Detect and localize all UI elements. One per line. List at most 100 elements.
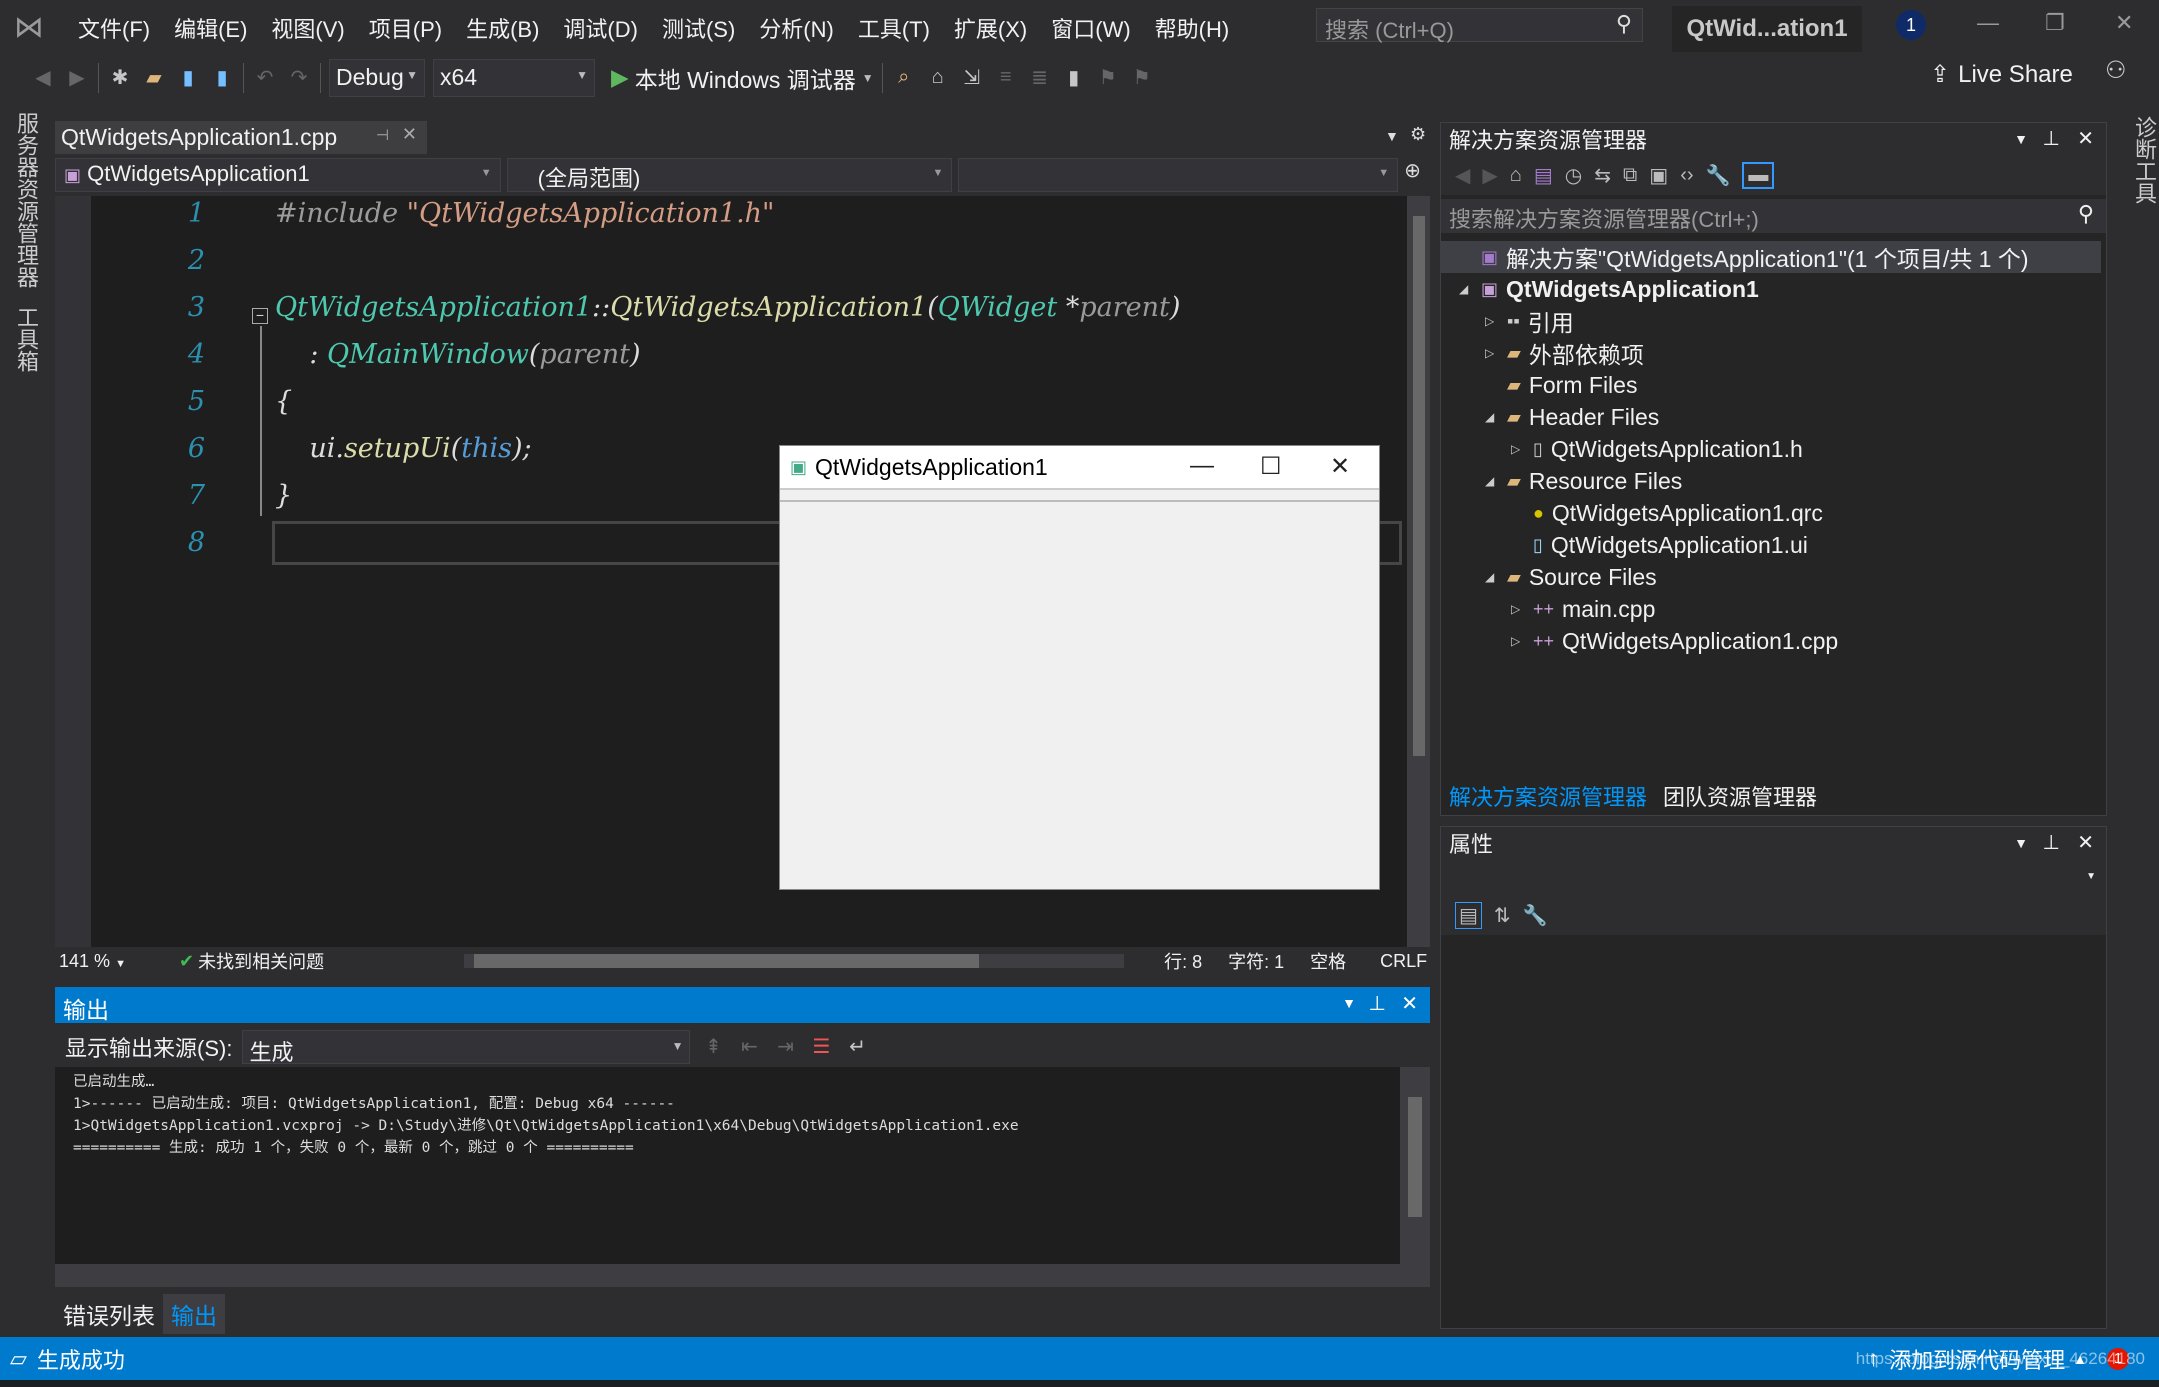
- properties-icon[interactable]: 🔧: [1706, 163, 1731, 188]
- tab-editor-file[interactable]: QtWidgetsApplication1.cpp ⊣ ✕: [55, 121, 427, 154]
- collapse-icon[interactable]: −: [252, 308, 268, 324]
- comment-icon[interactable]: ≣: [1027, 65, 1053, 90]
- tree-item[interactable]: ▣ 解决方案"QtWidgetsApplication1"(1 个项目/共 1 个…: [1441, 241, 2101, 273]
- scroll-thumb[interactable]: [1413, 216, 1425, 756]
- platform-dropdown[interactable]: x64 ▼: [433, 58, 595, 97]
- tree-item[interactable]: ◢ ▰ Source Files: [1485, 561, 1657, 593]
- new-project-icon[interactable]: ✱: [107, 65, 133, 90]
- tree-item[interactable]: ▯ QtWidgetsApplication1.ui: [1511, 529, 1808, 561]
- server-explorer-tab[interactable]: 服务器资源管理器: [10, 112, 42, 288]
- tab-solution-explorer[interactable]: 解决方案资源管理器: [1441, 777, 1656, 815]
- solution-search-input[interactable]: 搜索解决方案资源管理器(Ctrl+;) ⚲: [1441, 199, 2106, 233]
- browser-icon[interactable]: ⌂: [925, 66, 951, 89]
- collapse-icon[interactable]: ◢: [1459, 282, 1473, 296]
- property-pages-icon[interactable]: 🔧: [1523, 903, 1548, 928]
- menu-item[interactable]: 帮助(H): [1143, 12, 1242, 44]
- open-file-icon[interactable]: ▰: [141, 65, 167, 90]
- menu-item[interactable]: 视图(V): [259, 12, 356, 44]
- menu-item[interactable]: 测试(S): [650, 12, 747, 44]
- scroll-thumb[interactable]: [474, 954, 980, 968]
- scroll-thumb[interactable]: [1408, 1097, 1422, 1217]
- minimize-icon[interactable]: —: [1190, 452, 1214, 480]
- collapse-icon[interactable]: ◢: [1485, 570, 1499, 584]
- redo-icon[interactable]: ↷: [286, 65, 312, 90]
- code-view-icon[interactable]: ‹›: [1680, 164, 1693, 187]
- menu-item[interactable]: 工具(T): [846, 12, 942, 44]
- collapse-all-icon[interactable]: ⧉: [1623, 164, 1637, 187]
- indent-icon[interactable]: ≡: [993, 66, 1019, 89]
- close-tab-icon[interactable]: ✕: [402, 124, 417, 145]
- close-icon[interactable]: ✕: [1401, 991, 1418, 1016]
- tree-item[interactable]: ▰ Form Files: [1485, 369, 1637, 401]
- clear-all-icon[interactable]: ☰: [808, 1034, 834, 1059]
- categorized-icon[interactable]: ▤: [1455, 901, 1482, 929]
- tree-item[interactable]: ◢ ▰ Header Files: [1485, 401, 1659, 433]
- expand-icon[interactable]: ▷: [1511, 442, 1525, 456]
- start-debugging-button[interactable]: ▶ 本地 Windows 调试器 ▼: [611, 61, 874, 95]
- save-all-icon[interactable]: ▮: [209, 65, 235, 90]
- prev-message-icon[interactable]: ⇤: [736, 1034, 762, 1059]
- tree-item[interactable]: ▷ ▪▪ 引用: [1485, 305, 1574, 337]
- menu-item[interactable]: 分析(N): [747, 12, 846, 44]
- pin-icon[interactable]: ⊥: [2043, 830, 2060, 855]
- find-message-icon[interactable]: ⇞: [700, 1034, 726, 1059]
- diagnostics-tab[interactable]: 诊断工具: [2128, 116, 2159, 204]
- qt-application-window[interactable]: ▣ QtWidgetsApplication1 — ☐ ✕: [779, 445, 1380, 890]
- tree-item[interactable]: ▷ ++ QtWidgetsApplication1.cpp: [1511, 625, 1838, 657]
- pending-changes-icon[interactable]: ◷: [1565, 163, 1582, 188]
- output-vertical-scrollbar[interactable]: [1400, 1067, 1430, 1264]
- expand-icon[interactable]: ▷: [1511, 602, 1525, 616]
- save-icon[interactable]: ▮: [175, 65, 201, 90]
- expand-icon[interactable]: ▷: [1485, 346, 1499, 360]
- output-source-dropdown[interactable]: 生成 ▼: [242, 1029, 691, 1065]
- back-icon[interactable]: ◀: [1455, 163, 1470, 188]
- prev-bookmark-icon[interactable]: ⚑: [1095, 65, 1121, 90]
- search-input[interactable]: 搜索 (Ctrl+Q) ⚲: [1316, 8, 1643, 43]
- maximize-icon[interactable]: ☐: [1260, 452, 1282, 481]
- pin-icon[interactable]: ⊥: [2043, 126, 2060, 151]
- tree-item[interactable]: ▷ ▯ QtWidgetsApplication1.h: [1511, 433, 1803, 465]
- tree-item[interactable]: ▷ ++ main.cpp: [1511, 593, 1655, 625]
- undo-icon[interactable]: ↶: [252, 65, 278, 90]
- next-message-icon[interactable]: ⇥: [772, 1034, 798, 1059]
- output-text[interactable]: 已启动生成… 1>------ 已启动生成: 项目: QtWidgetsAppli…: [55, 1067, 1400, 1264]
- step-icon[interactable]: ⇲: [959, 65, 985, 90]
- line-ending-indicator[interactable]: CRLF: [1380, 951, 1427, 972]
- bookmark-icon[interactable]: ▮: [1061, 65, 1087, 90]
- home-icon[interactable]: ⌂: [1510, 164, 1522, 187]
- tree-item[interactable]: ◢ ▰ Resource Files: [1485, 465, 1682, 497]
- minimize-icon[interactable]: —: [1977, 10, 1999, 36]
- settings-icon[interactable]: ⚙: [1410, 124, 1426, 145]
- tab-team-explorer[interactable]: 团队资源管理器: [1655, 777, 1825, 815]
- close-icon[interactable]: ✕: [2115, 10, 2133, 36]
- pin-icon[interactable]: ⊣: [376, 126, 389, 144]
- qt-window-titlebar[interactable]: ▣ QtWidgetsApplication1 — ☐ ✕: [780, 446, 1379, 490]
- whitespace-indicator[interactable]: 空格: [1310, 948, 1346, 974]
- restore-icon[interactable]: ❐: [2045, 10, 2065, 36]
- back-icon[interactable]: ◀: [30, 65, 56, 90]
- tree-item[interactable]: ◢ ▣ QtWidgetsApplication1: [1459, 273, 1759, 305]
- sync-icon[interactable]: ⇆: [1594, 163, 1611, 188]
- chevron-down-icon[interactable]: ▼: [2014, 131, 2028, 147]
- config-dropdown[interactable]: Debug ▼: [329, 58, 425, 97]
- tab-list-icon[interactable]: ▼: [1385, 128, 1399, 144]
- menu-item[interactable]: 扩展(X): [942, 12, 1039, 44]
- word-wrap-icon[interactable]: ↵: [844, 1034, 870, 1059]
- object-dropdown[interactable]: ▼: [1441, 859, 2106, 895]
- collapse-icon[interactable]: ◢: [1485, 474, 1499, 488]
- expand-icon[interactable]: ▷: [1485, 314, 1499, 328]
- chevron-down-icon[interactable]: ▼: [2014, 835, 2028, 851]
- tree-item[interactable]: ▷ ▰ 外部依赖项: [1485, 337, 1644, 369]
- collapse-icon[interactable]: ◢: [1485, 410, 1499, 424]
- tab-output[interactable]: 输出: [163, 1294, 225, 1334]
- close-icon[interactable]: ✕: [2077, 126, 2094, 151]
- next-bookmark-icon[interactable]: ⚑: [1129, 65, 1155, 90]
- editor-vertical-scrollbar[interactable]: [1407, 196, 1430, 947]
- feedback-icon[interactable]: ⚇: [2105, 56, 2127, 85]
- chevron-down-icon[interactable]: ▼: [1342, 995, 1356, 1011]
- find-in-files-icon[interactable]: ⌕: [891, 66, 917, 89]
- preview-icon[interactable]: ▬: [1742, 161, 1775, 189]
- switch-views-icon[interactable]: ▤: [1534, 163, 1553, 188]
- menu-item[interactable]: 窗口(W): [1039, 12, 1142, 44]
- menu-item[interactable]: 调试(D): [551, 12, 650, 44]
